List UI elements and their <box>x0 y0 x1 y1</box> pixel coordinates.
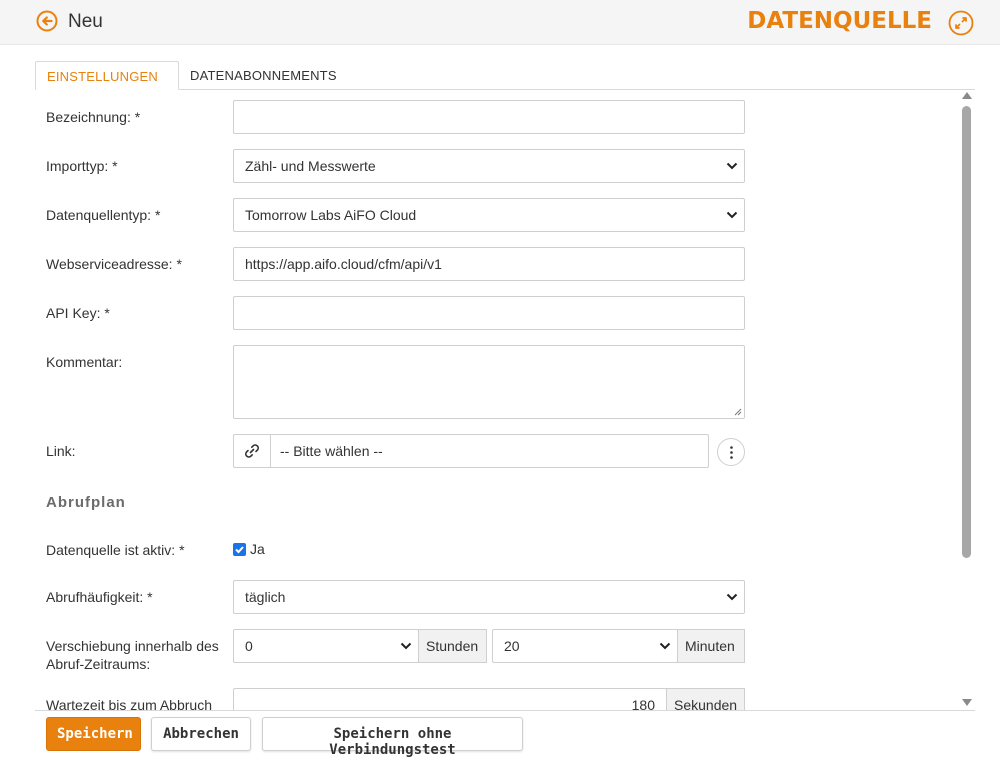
tab-datenabonnements[interactable]: DATENABONNEMENTS <box>179 61 348 90</box>
scrollbar-thumb[interactable] <box>962 106 971 558</box>
chevron-down-icon <box>726 593 738 601</box>
webserviceadresse-input[interactable]: https://app.aifo.cloud/cfm/api/v1 <box>233 247 745 281</box>
datenquellentyp-value: Tomorrow Labs AiFO Cloud <box>245 207 417 223</box>
tab-einstellungen[interactable]: EINSTELLUNGEN <box>35 61 179 90</box>
footer-bar: Speichern Abbrechen Speichern ohne Verbi… <box>35 710 975 758</box>
tab-bar: EINSTELLUNGEN DATENABONNEMENTS <box>35 61 975 90</box>
aktiv-label: Datenquelle ist aktiv: * <box>46 542 185 558</box>
abrufplan-section-title: Abrufplan <box>46 494 126 511</box>
scroll-down-arrow-icon[interactable] <box>962 699 972 706</box>
wartezeit-input[interactable]: 180 <box>233 688 667 710</box>
api-key-input[interactable] <box>233 296 745 330</box>
chevron-down-icon <box>400 642 412 650</box>
haeufigkeit-value: täglich <box>245 589 286 605</box>
aktiv-option-label[interactable]: Ja <box>250 541 265 557</box>
form-scroll-area[interactable]: Bezeichnung: * Importtyp: * Zähl- und Me… <box>0 90 1000 710</box>
datenquellentyp-select[interactable]: Tomorrow Labs AiFO Cloud <box>233 198 745 232</box>
webserviceadresse-label: Webserviceadresse: * <box>46 256 182 272</box>
minuten-value: 20 <box>504 638 520 654</box>
page-header: Neu DATENQUELLE <box>0 0 1000 45</box>
verschiebung-label-line1: Verschiebung innerhalb des <box>46 638 219 654</box>
chevron-down-icon <box>726 211 738 219</box>
chevron-down-icon <box>726 162 738 170</box>
vertical-dots-icon <box>730 446 733 459</box>
bezeichnung-label: Bezeichnung: * <box>46 109 141 125</box>
stunden-unit: Stunden <box>418 629 487 663</box>
wartezeit-unit: Sekunden <box>666 688 745 710</box>
aktiv-checkbox[interactable] <box>233 543 246 556</box>
api-key-label: API Key: * <box>46 305 110 321</box>
checkmark-icon <box>235 546 244 554</box>
chevron-down-icon <box>659 642 671 650</box>
link-icon-cell[interactable] <box>234 435 271 467</box>
save-button[interactable]: Speichern <box>46 717 141 751</box>
scroll-up-arrow-icon[interactable] <box>962 92 972 99</box>
link-more-button[interactable] <box>717 438 745 466</box>
cancel-button[interactable]: Abbrechen <box>151 717 251 751</box>
stunden-value: 0 <box>245 638 253 654</box>
importtyp-select[interactable]: Zähl- und Messwerte <box>233 149 745 183</box>
minuten-select[interactable]: 20 <box>492 629 678 663</box>
importtyp-value: Zähl- und Messwerte <box>245 158 376 174</box>
back-label[interactable]: Neu <box>68 11 103 33</box>
resize-grip-icon[interactable] <box>734 408 742 416</box>
minuten-unit: Minuten <box>677 629 745 663</box>
save-without-test-button[interactable]: Speichern ohne Verbindungstest <box>262 717 523 758</box>
haeufigkeit-label: Abrufhäufigkeit: * <box>46 589 153 605</box>
bezeichnung-input[interactable] <box>233 100 745 134</box>
stunden-select[interactable]: 0 <box>233 629 419 663</box>
expand-icon[interactable] <box>948 10 974 36</box>
link-icon <box>245 444 259 458</box>
haeufigkeit-select[interactable]: täglich <box>233 580 745 614</box>
vertical-scrollbar[interactable] <box>959 90 975 710</box>
back-arrow-icon[interactable] <box>36 10 58 32</box>
link-picker[interactable]: -- Bitte wählen -- <box>233 434 709 468</box>
link-value: -- Bitte wählen -- <box>280 443 383 459</box>
wartezeit-label: Wartezeit bis zum Abbruch <box>46 697 212 710</box>
verschiebung-label-line2: Abruf-Zeitraums: <box>46 656 151 672</box>
page-title: DATENQUELLE <box>747 8 932 34</box>
datenquellentyp-label: Datenquellentyp: * <box>46 207 161 223</box>
link-label: Link: <box>46 443 76 459</box>
importtyp-label: Importtyp: * <box>46 158 118 174</box>
kommentar-textarea[interactable] <box>233 345 745 419</box>
kommentar-label: Kommentar: <box>46 354 123 370</box>
